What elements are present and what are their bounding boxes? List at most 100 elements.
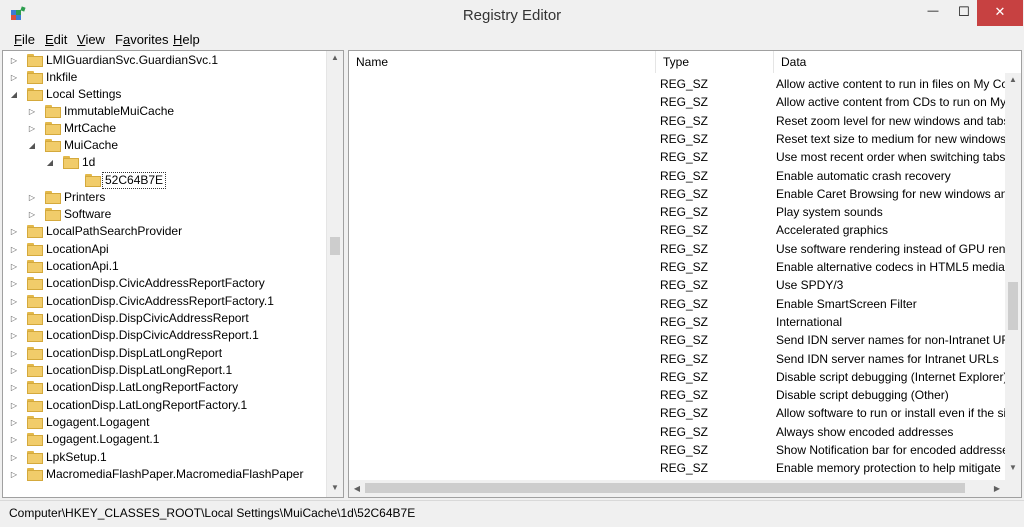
menu-edit-label: dit: [53, 32, 68, 47]
folder-icon: [27, 399, 43, 412]
window-title: Registry Editor: [462, 7, 562, 24]
expand-arrow-icon[interactable]: ▷: [9, 362, 19, 379]
status-bar: Computer\HKEY_CLASSES_ROOT\Local Setting…: [0, 500, 1024, 527]
type-cell: REG_SZ: [660, 333, 709, 348]
menu-help[interactable]: Help: [173, 32, 200, 47]
list-scroll-thumb[interactable]: [1008, 282, 1018, 330]
expand-arrow-icon[interactable]: ▷: [27, 189, 37, 206]
tree-item-label: LocationDisp.CivicAddressReportFactory.1: [46, 294, 274, 308]
title-bar: Registry Editor — ☐ ✕: [0, 0, 1024, 30]
list-hscroll-thumb[interactable]: [365, 483, 965, 493]
data-cell: Enable automatic crash recovery: [776, 168, 951, 183]
tree-item-label: LocationApi.1: [46, 259, 119, 273]
table-row[interactable]: ab@C:\Windows\System32\inetcpl.cpl,-5365…: [349, 295, 1005, 313]
tree-item-label: Software: [64, 207, 112, 221]
expand-arrow-icon[interactable]: ▷: [9, 414, 19, 431]
data-cell: Use SPDY/3: [776, 278, 844, 293]
data-cell: Enable alternative codecs in HTML5 media…: [776, 260, 1005, 274]
expand-arrow-icon[interactable]: ▷: [9, 345, 19, 362]
values-list-pane[interactable]: Name Type Data ab@C:\Windows\System32\in…: [348, 50, 1022, 498]
table-row[interactable]: ab@C:\Windows\System32\inetcpl.cpl,-4910…: [349, 148, 1005, 166]
table-row[interactable]: ab@C:\Windows\System32\inetcpl.cpl,-4891…: [349, 75, 1005, 93]
key-tree-pane[interactable]: ▷ LMIGuardianSvc.GuardianSvc.1 ▷ Inkfile ◢ Lo…: [2, 50, 344, 498]
data-cell: Enable memory protection to help mitigat…: [776, 461, 1001, 476]
table-row[interactable]: ab@C:\Windows\System32\inetcpl.cpl,-4913…: [349, 167, 1005, 185]
folder-icon: [27, 295, 43, 308]
expand-arrow-icon[interactable]: ▷: [9, 431, 19, 448]
menu-file[interactable]: File: [14, 32, 35, 47]
expand-arrow-icon[interactable]: ▷: [9, 310, 19, 327]
table-row[interactable]: ab@C:\Windows\System32\inetcpl.cpl,-4919…: [349, 203, 1005, 221]
folder-icon: [63, 156, 79, 169]
data-cell: Always show encoded addresses: [776, 424, 954, 439]
scroll-down-icon[interactable]: ▼: [327, 483, 343, 492]
tree-vertical-scrollbar[interactable]: ▲ ▼: [326, 51, 343, 497]
table-row[interactable]: ab@C:\Windows\System32\inetcpl.cpl,-4922…: [349, 258, 1005, 276]
type-cell: REG_SZ: [660, 95, 709, 110]
expand-arrow-icon[interactable]: ▷: [9, 223, 19, 240]
type-cell: REG_SZ: [660, 150, 709, 165]
column-header-data[interactable]: Data: [774, 51, 1005, 73]
expand-arrow-icon[interactable]: ▷: [27, 103, 37, 120]
maximize-button[interactable]: ☐: [950, 0, 978, 26]
expand-arrow-icon[interactable]: ▷: [27, 206, 37, 223]
expand-arrow-icon[interactable]: ▷: [9, 449, 19, 466]
table-row[interactable]: ab@C:\Windows\System32\inetcpl.cpl,-6004…: [349, 368, 1005, 386]
data-cell: Enable SmartScreen Filter: [776, 296, 917, 311]
expand-arrow-icon[interactable]: ▷: [9, 327, 19, 344]
minimize-button[interactable]: —: [916, 0, 950, 26]
type-cell: REG_SZ: [660, 113, 709, 128]
tree-item-label: Logagent.Logagent.1: [46, 432, 160, 446]
list-vertical-scrollbar[interactable]: ▲ ▼: [1005, 73, 1021, 480]
table-row[interactable]: ab@C:\Windows\System32\inetcpl.cpl,-6006…: [349, 404, 1005, 422]
expand-arrow-icon[interactable]: ▷: [9, 258, 19, 275]
table-row[interactable]: ab@C:\Windows\System32\inetcpl.cpl,-6007…: [349, 423, 1005, 441]
data-cell: Disable script debugging (Internet Explo…: [776, 369, 1005, 384]
list-horizontal-scrollbar[interactable]: ◀ ▶: [349, 480, 1005, 497]
tree-item-label: ImmutableMuiCache: [64, 104, 175, 118]
collapse-arrow-icon[interactable]: ◢: [27, 137, 37, 154]
table-row[interactable]: ab@C:\Windows\System32\inetcpl.cpl,-6005…: [349, 386, 1005, 404]
menu-file-label: ile: [21, 32, 35, 47]
table-row[interactable]: ab@C:\Windows\System32\inetcpl.cpl,-6019…: [349, 459, 1005, 477]
expand-arrow-icon[interactable]: ▷: [9, 397, 19, 414]
type-cell: REG_SZ: [660, 351, 709, 366]
table-row[interactable]: ab@C:\Windows\System32\inetcpl.cpl,-4925…: [349, 276, 1005, 294]
scroll-left-icon[interactable]: ◀: [349, 480, 365, 497]
column-header-name[interactable]: Name: [349, 51, 656, 73]
close-button[interactable]: ✕: [977, 0, 1023, 26]
table-row[interactable]: ab@C:\Windows\System32\inetcpl.cpl,-6000…: [349, 313, 1005, 331]
expand-arrow-icon[interactable]: ▷: [9, 379, 19, 396]
expand-arrow-icon[interactable]: ▷: [9, 466, 19, 483]
list-scroll-up-icon[interactable]: ▲: [1005, 75, 1021, 84]
table-row[interactable]: ab@C:\Windows\System32\inetcpl.cpl,-4920…: [349, 221, 1005, 239]
table-row[interactable]: ab@C:\Windows\System32\inetcpl.cpl,-6003…: [349, 350, 1005, 368]
table-row[interactable]: ab@C:\Windows\System32\inetcpl.cpl,-4921…: [349, 240, 1005, 258]
scroll-up-icon[interactable]: ▲: [327, 53, 343, 62]
table-row[interactable]: ab@C:\Windows\System32\inetcpl.cpl,-4918…: [349, 185, 1005, 203]
scroll-right-icon[interactable]: ▶: [989, 480, 1005, 497]
tree-item-label: MrtCache: [64, 121, 117, 135]
collapse-arrow-icon[interactable]: ◢: [9, 86, 19, 103]
expand-arrow-icon[interactable]: ▷: [9, 275, 19, 292]
column-header-type[interactable]: Type: [656, 51, 774, 73]
menu-edit[interactable]: Edit: [45, 32, 67, 47]
table-row[interactable]: ab@C:\Windows\System32\inetcpl.cpl,-4892…: [349, 93, 1005, 111]
expand-arrow-icon[interactable]: ▷: [9, 293, 19, 310]
menu-bar: File Edit View Favorites Help: [0, 30, 1024, 48]
collapse-arrow-icon[interactable]: ◢: [45, 154, 55, 171]
tree-scroll-thumb[interactable]: [330, 237, 340, 255]
list-scroll-down-icon[interactable]: ▼: [1005, 463, 1021, 472]
folder-icon: [27, 381, 43, 394]
menu-view[interactable]: View: [77, 32, 105, 47]
table-row[interactable]: ab@C:\Windows\System32\inetcpl.cpl,-6008…: [349, 441, 1005, 459]
table-row[interactable]: ab@C:\Windows\System32\inetcpl.cpl,-4907…: [349, 112, 1005, 130]
type-cell: REG_SZ: [660, 406, 709, 421]
expand-arrow-icon[interactable]: ▷: [9, 241, 19, 258]
expand-arrow-icon[interactable]: ▷: [27, 120, 37, 137]
table-row[interactable]: ab@C:\Windows\System32\inetcpl.cpl,-4908…: [349, 130, 1005, 148]
expand-arrow-icon[interactable]: ▷: [9, 52, 19, 69]
expand-arrow-icon[interactable]: ▷: [9, 69, 19, 86]
menu-favorites[interactable]: Favorites: [115, 32, 168, 47]
table-row[interactable]: ab@C:\Windows\System32\inetcpl.cpl,-6002…: [349, 331, 1005, 349]
